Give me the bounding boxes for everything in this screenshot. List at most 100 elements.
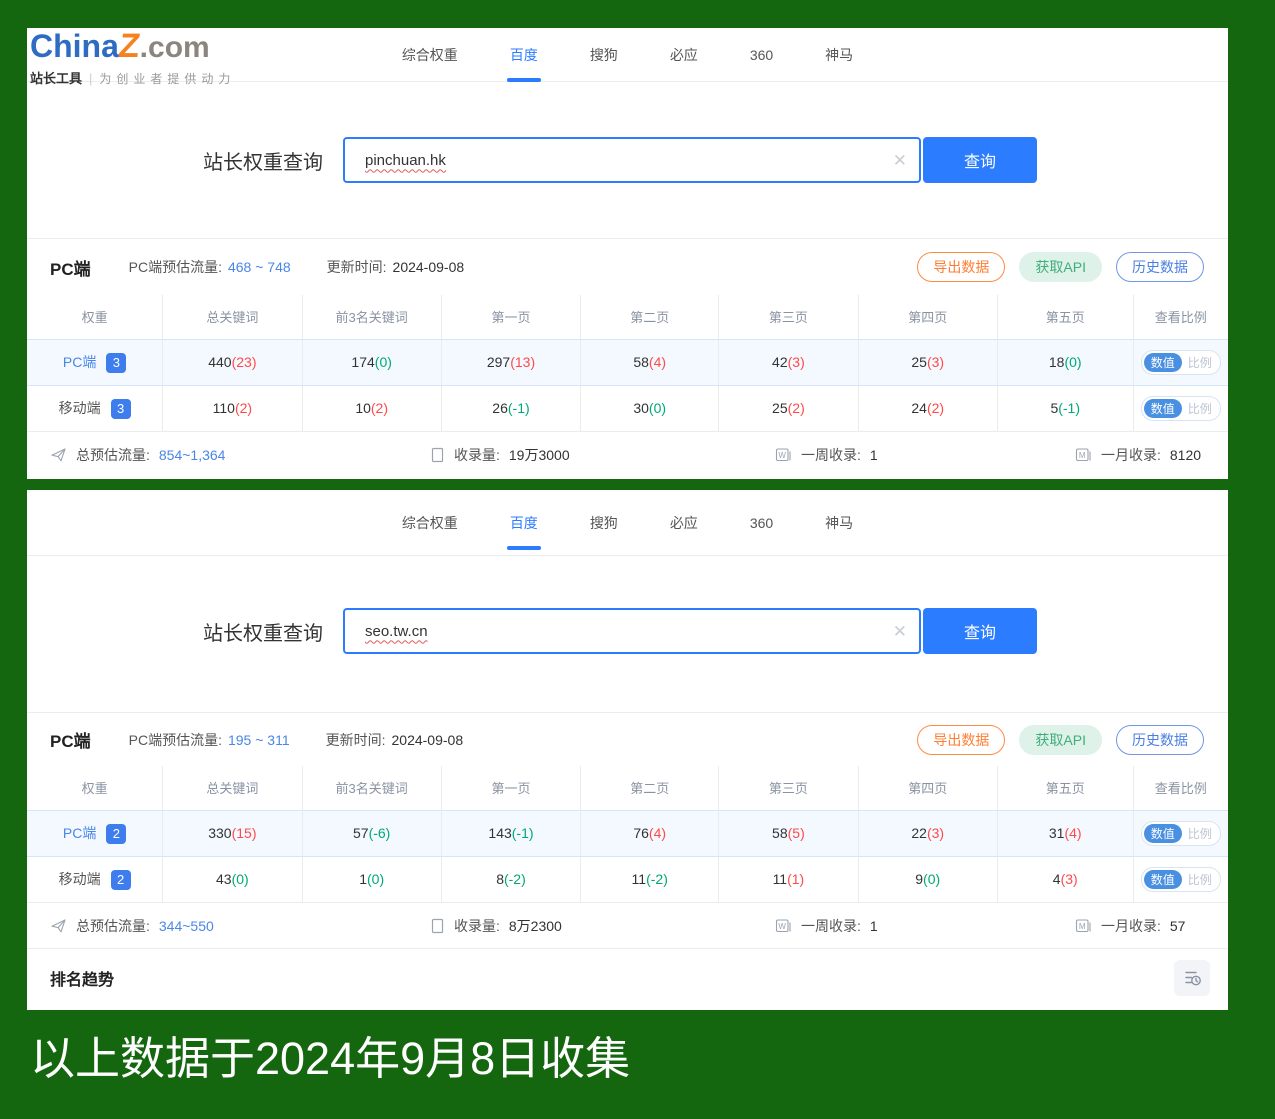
nav-tab-baidu[interactable]: 百度 xyxy=(508,513,540,533)
summary-stats-row: 总预估流量:854~1,364收录量:19万3000W一周收录:1M一月收录:8… xyxy=(27,431,1228,477)
footer-stat: 总预估流量:854~1,364 xyxy=(50,445,430,465)
metric-delta: (-2) xyxy=(646,871,668,887)
weight-badge: 2 xyxy=(106,824,126,844)
action-buttons: 导出数据 获取API 历史数据 xyxy=(917,725,1204,755)
stat-label: 一周收录: xyxy=(801,916,861,936)
table-row-mobile: 移动端3110(2)10(2)26(-1)30(0)25(2)24(2)5(-1… xyxy=(27,385,1228,431)
metric-value: 143 xyxy=(488,825,511,841)
metric-delta: (2) xyxy=(235,400,252,416)
row-label: PC端 xyxy=(63,825,96,841)
footer-stat: W一周收录:1 xyxy=(775,445,1075,465)
metric-value: 30 xyxy=(633,400,649,416)
traffic-value[interactable]: 468 ~ 748 xyxy=(228,259,291,275)
metric-delta: (15) xyxy=(232,825,257,841)
data-collection-note: 以上数据于2024年9月8日收集 xyxy=(30,1022,630,1087)
traffic-value[interactable]: 195 ~ 311 xyxy=(228,732,290,748)
search-input[interactable]: pinchuan.hk ✕ xyxy=(343,137,921,183)
trend-history-button[interactable] xyxy=(1174,960,1210,996)
query-button[interactable]: 查询 xyxy=(923,608,1037,654)
nav-tab-shenma[interactable]: 神马 xyxy=(823,513,855,533)
engine-tabs: 综合权重 百度 搜狗 必应 360 神马 xyxy=(27,490,1228,555)
metric-value: 26 xyxy=(492,400,508,416)
query-button[interactable]: 查询 xyxy=(923,137,1037,183)
search-label: 站长权重查询 xyxy=(203,146,323,175)
nav-tab-bing[interactable]: 必应 xyxy=(668,45,700,65)
toggle-value-option[interactable]: 数值 xyxy=(1144,824,1182,843)
traffic-label: PC端预估流量: xyxy=(129,730,222,750)
toggle-value-option[interactable]: 数值 xyxy=(1144,353,1182,372)
column-header: 第三页 xyxy=(719,295,858,339)
rank-trend-title: 排名趋势 xyxy=(50,966,114,990)
metric-delta: (0) xyxy=(232,871,249,887)
toggle-value-option[interactable]: 数值 xyxy=(1144,870,1182,889)
get-api-button[interactable]: 获取API xyxy=(1019,252,1102,282)
stat-value: 8120 xyxy=(1170,447,1201,463)
table-header-row: 权重总关键词前3名关键词第一页第二页第三页第四页第五页查看比例 xyxy=(27,766,1228,810)
export-data-button[interactable]: 导出数据 xyxy=(917,252,1005,282)
footer-stat: W一周收录:1 xyxy=(775,916,1075,936)
footer-stat: M一月收录:57 xyxy=(1075,916,1228,936)
nav-tab-360[interactable]: 360 xyxy=(748,515,775,531)
value-ratio-toggle[interactable]: 数值比例 xyxy=(1141,821,1221,846)
trend-history-icon xyxy=(1183,968,1202,987)
stat-label: 一月收录: xyxy=(1101,916,1161,936)
nav-tab-baidu[interactable]: 百度 xyxy=(508,45,540,65)
send-icon xyxy=(50,918,67,934)
column-header: 总关键词 xyxy=(163,295,302,339)
stat-value[interactable]: 344~550 xyxy=(159,918,214,934)
metric-delta: (3) xyxy=(1061,871,1078,887)
metric-delta: (2) xyxy=(371,400,388,416)
update-value: 2024-09-08 xyxy=(393,259,465,275)
toggle-ratio-option[interactable]: 比例 xyxy=(1182,353,1218,372)
week-icon: W xyxy=(775,918,792,934)
row-label: 移动端 xyxy=(59,400,101,416)
nav-tab-sogou[interactable]: 搜狗 xyxy=(588,513,620,533)
nav-tab-sogou[interactable]: 搜狗 xyxy=(588,45,620,65)
metric-value: 57 xyxy=(353,825,369,841)
history-data-button[interactable]: 历史数据 xyxy=(1116,725,1204,755)
nav-tab-composite[interactable]: 综合权重 xyxy=(400,513,460,533)
metric-delta: (3) xyxy=(927,825,944,841)
metric-value: 10 xyxy=(355,400,371,416)
metric-delta: (2) xyxy=(927,400,944,416)
traffic-label: PC端预估流量: xyxy=(129,257,222,277)
metric-value: 330 xyxy=(208,825,231,841)
search-input-value[interactable]: pinchuan.hk xyxy=(365,152,885,169)
stat-value: 19万3000 xyxy=(509,445,570,465)
metric-value: 4 xyxy=(1053,871,1061,887)
summary-stats-row: 总预估流量:344~550收录量:8万2300W一周收录:1M一月收录:57 xyxy=(27,902,1228,948)
clear-icon[interactable]: ✕ xyxy=(893,623,907,640)
metric-value: 42 xyxy=(772,354,788,370)
nav-tab-shenma[interactable]: 神马 xyxy=(823,45,855,65)
toggle-ratio-option[interactable]: 比例 xyxy=(1182,399,1218,418)
metric-delta: (5) xyxy=(788,825,805,841)
nav-tab-bing[interactable]: 必应 xyxy=(668,513,700,533)
value-ratio-toggle[interactable]: 数值比例 xyxy=(1141,867,1221,892)
send-icon xyxy=(50,447,67,463)
nav-tab-composite[interactable]: 综合权重 xyxy=(400,45,460,65)
footer-stat: 收录量:8万2300 xyxy=(430,916,775,936)
toggle-value-option[interactable]: 数值 xyxy=(1144,399,1182,418)
search-input-value[interactable]: seo.tw.cn xyxy=(365,623,885,640)
column-header: 第二页 xyxy=(581,295,719,339)
stat-value[interactable]: 854~1,364 xyxy=(159,447,226,463)
export-data-button[interactable]: 导出数据 xyxy=(917,725,1005,755)
history-data-button[interactable]: 历史数据 xyxy=(1116,252,1204,282)
value-ratio-toggle[interactable]: 数值比例 xyxy=(1141,350,1221,375)
search-input[interactable]: seo.tw.cn ✕ xyxy=(343,608,921,654)
metric-value: 58 xyxy=(633,354,649,370)
table-row-pc: PC端3440(23)174(0)297(13)58(4)42(3)25(3)1… xyxy=(27,339,1228,385)
week-icon: W xyxy=(775,447,792,463)
get-api-button[interactable]: 获取API xyxy=(1019,725,1102,755)
nav-tab-360[interactable]: 360 xyxy=(748,47,775,63)
metric-delta: (4) xyxy=(649,354,666,370)
toggle-ratio-option[interactable]: 比例 xyxy=(1182,870,1218,889)
metric-delta: (23) xyxy=(232,354,257,370)
section-title: PC端 xyxy=(50,255,91,280)
metric-value: 58 xyxy=(772,825,788,841)
toggle-ratio-option[interactable]: 比例 xyxy=(1182,824,1218,843)
clear-icon[interactable]: ✕ xyxy=(893,152,907,169)
value-ratio-toggle[interactable]: 数值比例 xyxy=(1141,396,1221,421)
table-row-pc: PC端2330(15)57(-6)143(-1)76(4)58(5)22(3)3… xyxy=(27,810,1228,856)
metric-delta: (3) xyxy=(927,354,944,370)
